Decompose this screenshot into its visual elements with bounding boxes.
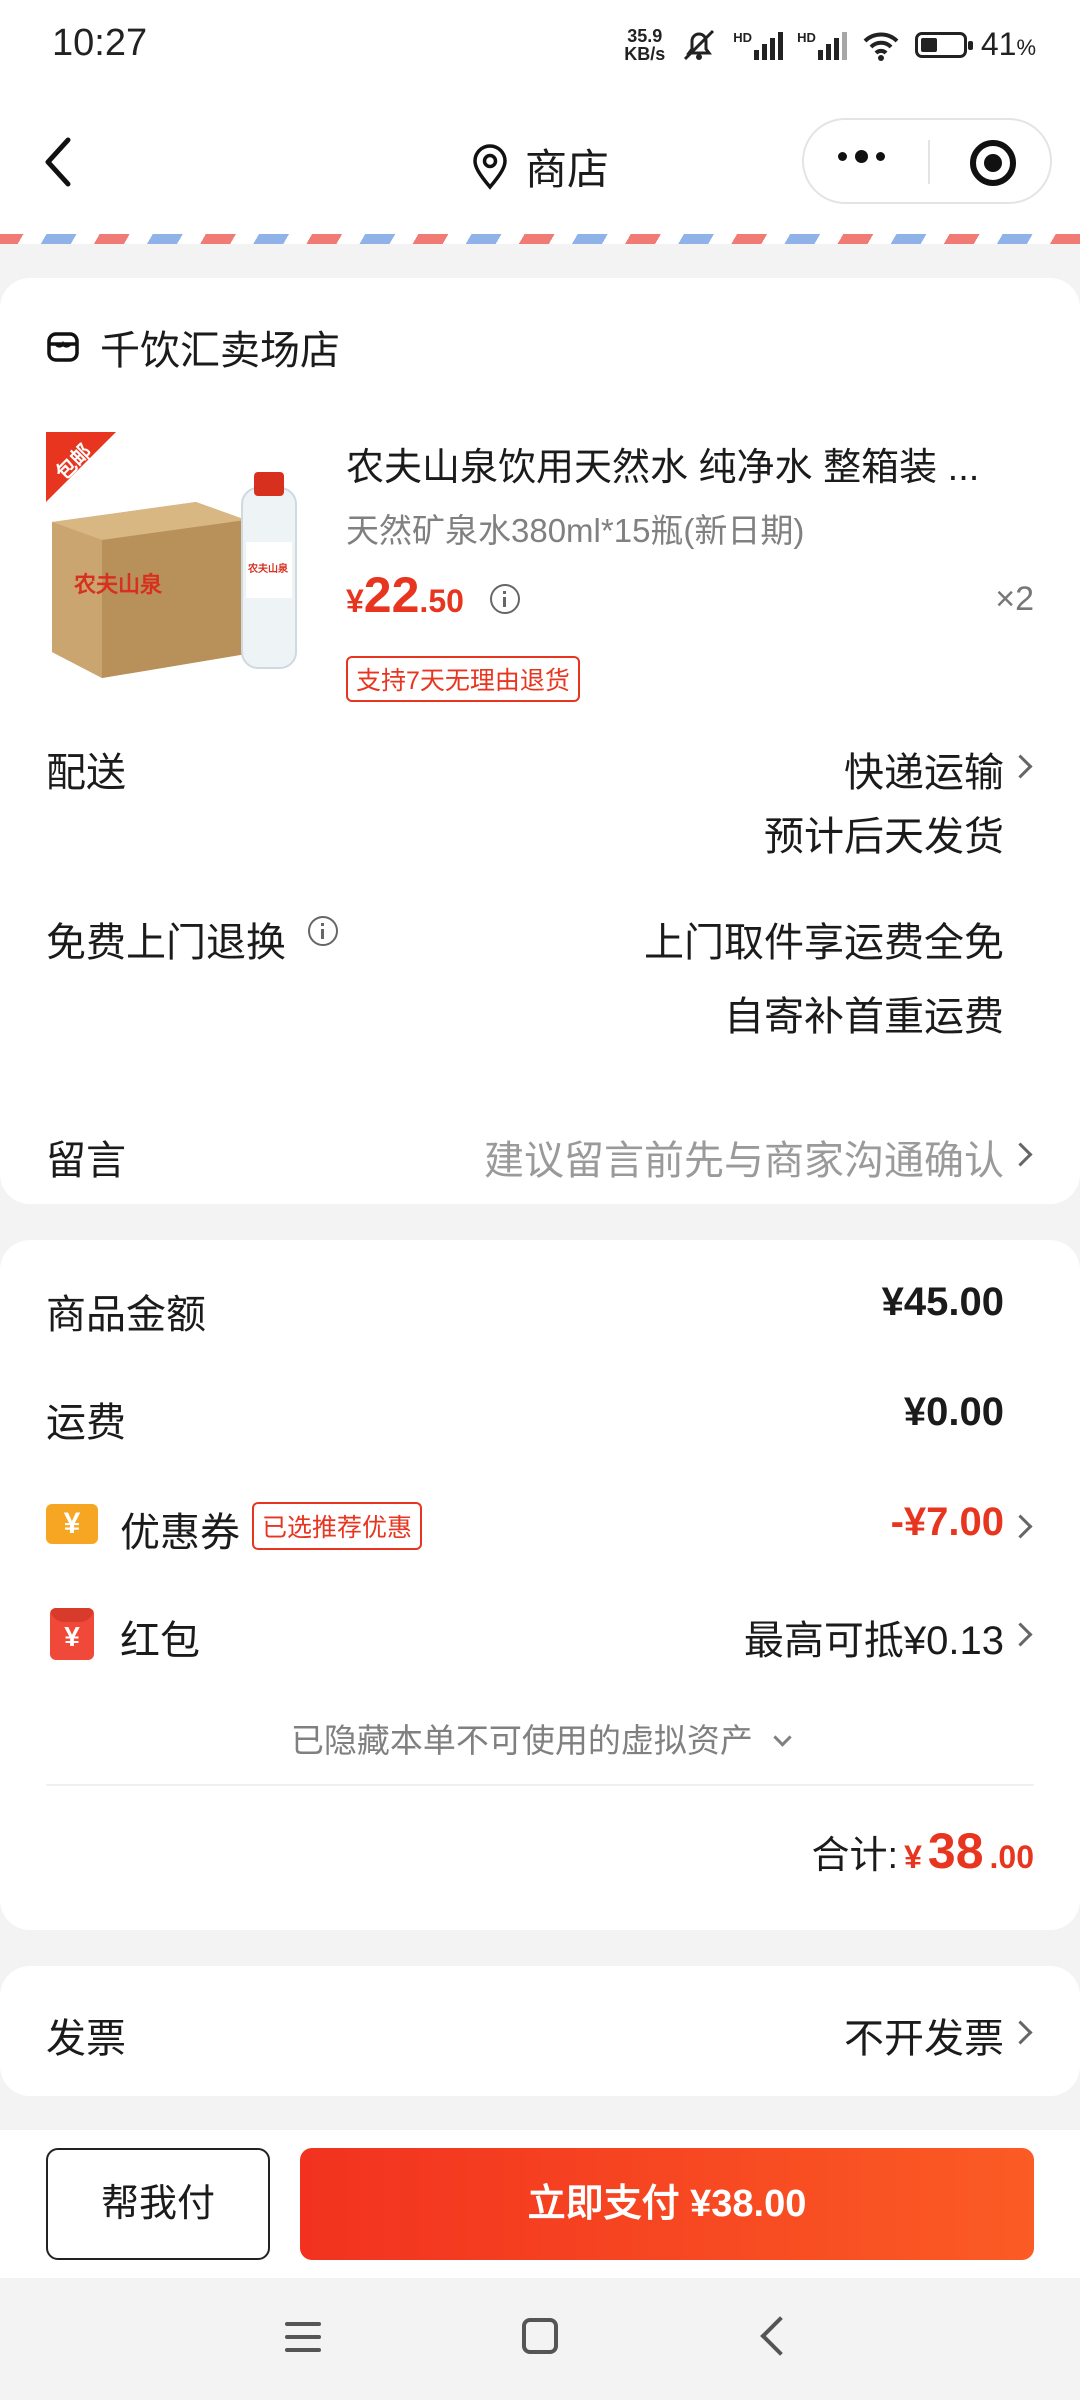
box-brand-text: 农夫山泉 (73, 572, 163, 597)
price-currency: ¥ (346, 583, 364, 619)
location-pin-icon (473, 143, 507, 190)
pay-now-button[interactable]: 立即支付 ¥38.00 (300, 2148, 1034, 2260)
order-total: 合计: ¥ 38 .00 (812, 1822, 1034, 1880)
close-miniprogram-button[interactable] (970, 140, 1016, 186)
free-return-info-icon[interactable] (308, 916, 338, 946)
signal-1: HD (733, 29, 784, 60)
shipping-value: ¥0.00 (903, 1390, 1004, 1434)
return-policy-tag: 支持7天无理由退货 (346, 656, 580, 702)
signal-bars-icon (817, 30, 847, 60)
chevron-down-icon (773, 1728, 792, 1747)
delivery-eta: 预计后天发货 (764, 815, 1004, 859)
product-image[interactable]: 农夫山泉 农夫山泉 包邮 (46, 432, 312, 682)
miniprogram-capsule (802, 118, 1052, 204)
water-box-image: 农夫山泉 农夫山泉 包邮 (46, 432, 297, 678)
red-packet-value[interactable]: 最高可抵¥0.13 (744, 1608, 1004, 1666)
message-label: 留言 (46, 1139, 126, 1183)
menu-icon[interactable] (285, 2322, 321, 2354)
invoice-label: 发票 (46, 2017, 126, 2061)
product-title[interactable]: 农夫山泉饮用天然水 纯净水 整箱装 ... (346, 436, 1026, 491)
product-quantity: ×2 (995, 580, 1034, 618)
store-row[interactable]: 千饮汇卖场店 (46, 318, 340, 376)
delivery-label: 配送 (46, 751, 126, 795)
page-title-text: 商店 (524, 146, 609, 193)
help-me-pay-button[interactable]: 帮我付 (46, 2148, 270, 2260)
goods-amount-value: ¥45.00 (881, 1280, 1004, 1324)
battery-icon (914, 31, 973, 58)
product-spec: 天然矿泉水380ml*15瓶(新日期) (346, 512, 805, 549)
network-speed: 35.9 KB/s (624, 27, 665, 63)
divider (46, 1784, 1034, 1786)
price-integer: 22 (363, 567, 420, 623)
status-time: 10:27 (52, 22, 148, 64)
home-icon[interactable] (522, 2318, 558, 2354)
red-packet-icon-symbol: ¥ (64, 1621, 80, 1652)
mute-icon (684, 29, 715, 60)
coupon-icon: ¥ (46, 1504, 98, 1544)
goods-amount-label: 商品金额 (46, 1293, 206, 1337)
capsule-divider (928, 140, 930, 184)
total-integer: 38 (927, 1823, 984, 1879)
coupon-label: 优惠券 (120, 1511, 240, 1555)
invoice-value[interactable]: 不开发票 (844, 2006, 1004, 2064)
bottle-brand-text: 农夫山泉 (247, 562, 289, 575)
hidden-assets-text: 已隐藏本单不可使用的虚拟资产 (290, 1722, 753, 1759)
red-packet-icon: ¥ (50, 1608, 94, 1660)
shipping-label: 运费 (46, 1401, 126, 1445)
free-return-line2: 自寄补首重运费 (724, 995, 1004, 1039)
signal-2: HD (797, 30, 847, 60)
store-icon (47, 332, 79, 362)
free-return-line1: 上门取件享运费全免 (644, 921, 1004, 965)
hd-label-2: HD (797, 29, 816, 45)
hd-label-1: HD (733, 29, 753, 45)
message-input[interactable]: 建议留言前先与商家沟通确认 (484, 1128, 1004, 1186)
status-icons: 35.9 KB/s HD HD 41% (624, 26, 1036, 63)
wifi-icon (863, 32, 899, 61)
free-return-label: 免费上门退换 (46, 921, 286, 965)
airmail-border (0, 234, 1080, 244)
coupon-value[interactable]: -¥7.00 (891, 1500, 1004, 1545)
price-decimal: .50 (419, 583, 464, 619)
product-price: ¥ 22 .50 (346, 566, 464, 624)
hidden-assets-toggle[interactable]: 已隐藏本单不可使用的虚拟资产 (0, 1714, 1080, 1762)
price-info-icon[interactable] (490, 584, 520, 614)
total-currency: ¥ (904, 1839, 922, 1875)
status-bar: 10:27 35.9 KB/s HD HD 41% (0, 0, 1080, 96)
network-speed-value: 35.9 (627, 25, 663, 46)
battery-percent: 41 (980, 26, 1017, 62)
network-speed-unit: KB/s (624, 43, 666, 64)
more-options-button[interactable] (838, 150, 885, 163)
battery-unit: % (1016, 35, 1036, 60)
total-label: 合计: (811, 1835, 899, 1877)
signal-bars-icon (754, 30, 784, 60)
coupon-selected-tag: 已选推荐优惠 (252, 1502, 423, 1550)
total-decimal: .00 (989, 1839, 1034, 1875)
delivery-method[interactable]: 快递运输 (844, 740, 1004, 798)
store-name: 千饮汇卖场店 (100, 329, 340, 373)
red-packet-label: 红包 (120, 1619, 200, 1663)
nav-bar: 商店 (0, 96, 1080, 234)
